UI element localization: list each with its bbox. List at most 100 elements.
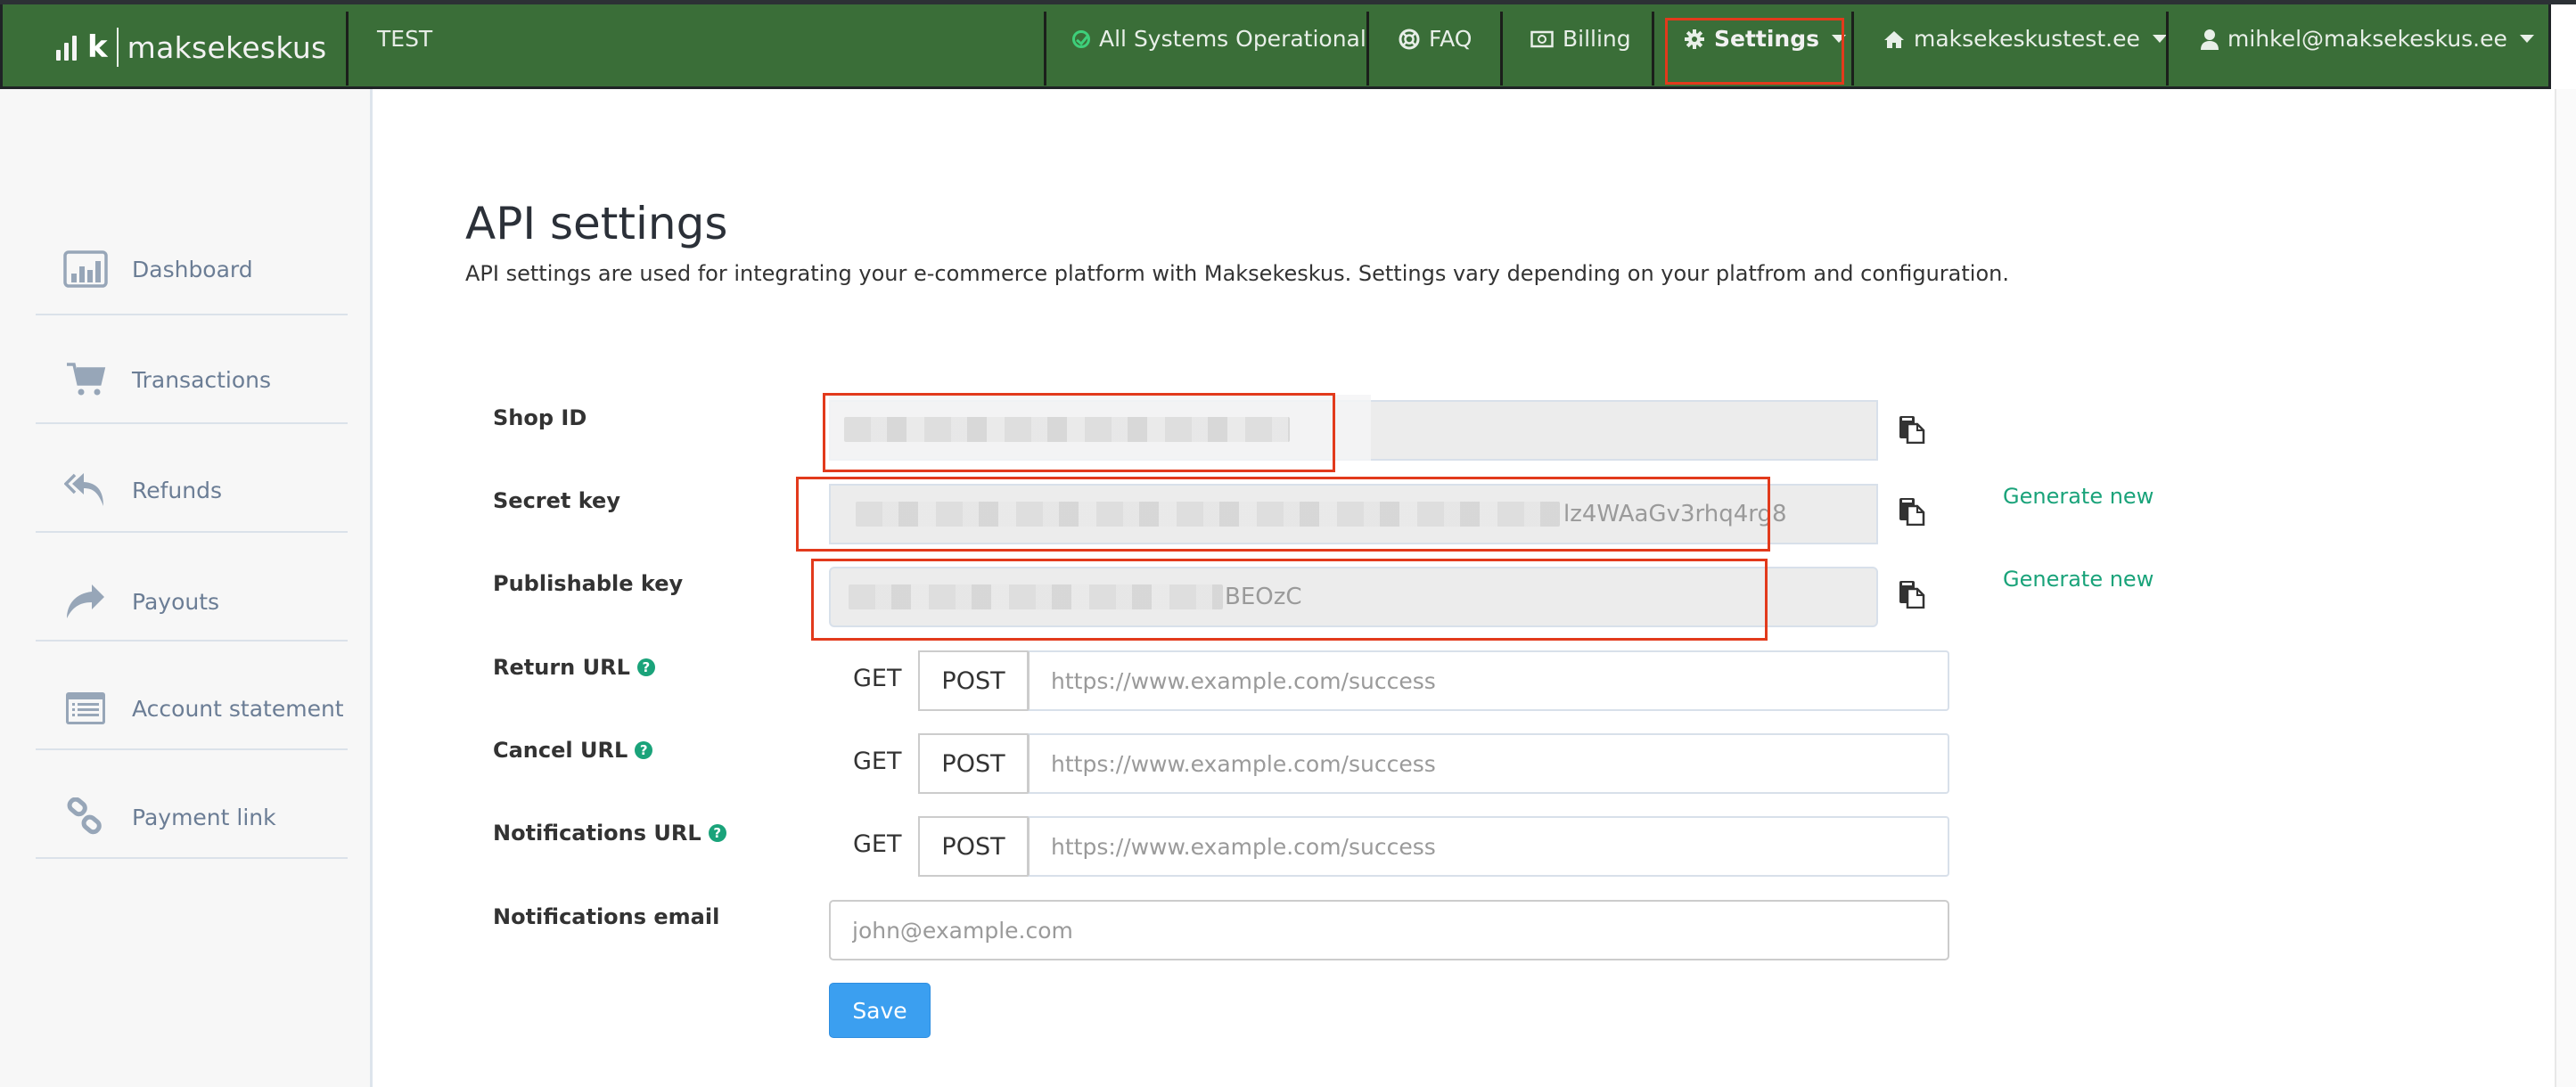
faq-link[interactable]: FAQ bbox=[1399, 26, 1472, 52]
user-dropdown[interactable]: mihkel@maksekeskus.ee bbox=[2201, 26, 2534, 52]
scrollbar[interactable] bbox=[2555, 89, 2576, 1087]
sidebar-item-label: Transactions bbox=[132, 366, 272, 393]
generate-publishable-key-link[interactable]: Generate new bbox=[2003, 567, 2154, 592]
get-method-option[interactable]: GET bbox=[853, 830, 901, 858]
help-icon[interactable]: ? bbox=[708, 824, 726, 842]
shop-label: maksekeskustest.ee bbox=[1914, 26, 2140, 52]
cancel-url-label: Cancel URL ? bbox=[493, 738, 653, 763]
notifications-email-label-text: Notifications email bbox=[493, 904, 720, 929]
notifications-url-label: Notifications URL ? bbox=[493, 821, 726, 846]
faq-label: FAQ bbox=[1429, 26, 1473, 52]
user-icon bbox=[2201, 29, 2219, 50]
sidebar-separator bbox=[36, 857, 348, 859]
notifications-url-label-text: Notifications URL bbox=[493, 821, 701, 846]
sidebar-item-refunds[interactable]: Refunds bbox=[62, 463, 222, 517]
logo-k-glyph: k bbox=[87, 29, 108, 65]
sidebar-item-payment-link[interactable]: Payment link bbox=[62, 790, 276, 844]
caret-down-icon bbox=[2519, 35, 2534, 43]
top-navbar: k maksekeskus TEST All Systems Operation… bbox=[0, 4, 2551, 89]
copy-icon[interactable] bbox=[1899, 580, 1925, 609]
publishable-key-field[interactable]: BEOzC bbox=[829, 567, 1878, 627]
sidebar-separator bbox=[36, 422, 348, 424]
shop-dropdown[interactable]: maksekeskustest.ee bbox=[1883, 26, 2167, 52]
notifications-url-input[interactable] bbox=[1028, 816, 1949, 877]
sidebar-item-label: Refunds bbox=[132, 477, 223, 503]
sidebar-item-account-statement[interactable]: Account statement bbox=[62, 682, 344, 735]
post-method-option[interactable]: POST bbox=[918, 733, 1029, 794]
get-method-option[interactable]: GET bbox=[853, 748, 901, 775]
list-icon bbox=[62, 689, 109, 728]
sidebar-item-dashboard[interactable]: Dashboard bbox=[62, 242, 253, 296]
save-button[interactable]: Save bbox=[829, 983, 931, 1038]
system-status-label: All Systems Operational bbox=[1099, 26, 1366, 52]
billing-label: Billing bbox=[1563, 26, 1631, 52]
sidebar-item-label: Payouts bbox=[132, 588, 220, 615]
shop-id-label: Shop ID bbox=[493, 405, 587, 430]
page-description: API settings are used for integrating yo… bbox=[465, 261, 2009, 286]
generate-secret-key-link[interactable]: Generate new bbox=[2003, 484, 2154, 509]
life-ring-icon bbox=[1399, 29, 1420, 49]
cart-icon bbox=[62, 360, 109, 399]
header-divider bbox=[1500, 12, 1503, 86]
logo-mark-icon bbox=[56, 34, 77, 61]
header-divider bbox=[2166, 12, 2169, 86]
system-status-link[interactable]: All Systems Operational bbox=[1072, 26, 1366, 52]
page-title: API settings bbox=[465, 198, 728, 249]
help-icon[interactable]: ? bbox=[635, 741, 653, 759]
post-method-option[interactable]: POST bbox=[918, 650, 1029, 711]
help-icon[interactable]: ? bbox=[636, 658, 655, 676]
share-icon bbox=[62, 582, 109, 621]
return-url-label-text: Return URL bbox=[493, 655, 630, 680]
caret-down-icon bbox=[2152, 35, 2167, 43]
environment-label: TEST bbox=[377, 26, 433, 52]
header-divider bbox=[1044, 12, 1046, 86]
billing-link[interactable]: Billing bbox=[1530, 26, 1631, 52]
header-divider bbox=[1366, 12, 1369, 86]
settings-highlight-box bbox=[1665, 18, 1844, 85]
secret-key-visible-suffix: lz4WAaGv3rhq4rg8 bbox=[1563, 501, 1787, 527]
bar-chart-icon bbox=[62, 249, 109, 289]
header-divider bbox=[1652, 12, 1654, 86]
redaction-blur bbox=[844, 417, 1290, 442]
sidebar-item-label: Dashboard bbox=[132, 256, 253, 282]
logo-separator bbox=[116, 28, 119, 67]
secret-key-label: Secret key bbox=[493, 488, 620, 513]
sidebar-item-transactions[interactable]: Transactions bbox=[62, 353, 271, 406]
sidebar-separator bbox=[36, 640, 348, 642]
header-divider bbox=[1851, 12, 1854, 86]
publishable-key-label: Publishable key bbox=[493, 571, 683, 596]
check-circle-icon bbox=[1072, 29, 1090, 48]
sidebar-item-payouts[interactable]: Payouts bbox=[62, 575, 219, 628]
return-url-label: Return URL ? bbox=[493, 655, 655, 680]
brand-logo[interactable]: k maksekeskus bbox=[56, 26, 327, 69]
sidebar-separator bbox=[36, 531, 348, 533]
home-icon bbox=[1884, 30, 1904, 48]
reply-all-icon bbox=[62, 470, 109, 510]
sidebar-item-label: Account statement bbox=[132, 695, 344, 722]
secret-key-label-text: Secret key bbox=[493, 488, 620, 513]
notifications-email-label: Notifications email bbox=[493, 904, 719, 929]
post-method-option[interactable]: POST bbox=[918, 816, 1029, 877]
publishable-key-label-text: Publishable key bbox=[493, 571, 684, 596]
sidebar-separator bbox=[36, 748, 348, 750]
link-icon bbox=[62, 797, 109, 837]
money-icon bbox=[1530, 30, 1554, 47]
shop-id-label-text: Shop ID bbox=[493, 405, 587, 430]
redaction-blur bbox=[849, 584, 1223, 609]
user-label: mihkel@maksekeskus.ee bbox=[2227, 26, 2507, 52]
sidebar-separator bbox=[36, 314, 348, 315]
header-divider bbox=[346, 12, 349, 86]
notifications-email-input[interactable] bbox=[829, 900, 1949, 960]
publishable-key-visible-suffix: BEOzC bbox=[1225, 584, 1302, 610]
return-url-input[interactable] bbox=[1028, 650, 1949, 711]
sidebar: Dashboard Transactions Refunds Payouts A… bbox=[0, 89, 373, 1087]
sidebar-item-label: Payment link bbox=[132, 804, 276, 830]
brand-name: maksekeskus bbox=[127, 29, 327, 65]
get-method-option[interactable]: GET bbox=[853, 665, 901, 692]
copy-icon[interactable] bbox=[1899, 497, 1925, 526]
copy-icon[interactable] bbox=[1899, 415, 1925, 444]
secret-key-field[interactable]: lz4WAaGv3rhq4rg8 bbox=[829, 484, 1878, 544]
cancel-url-label-text: Cancel URL bbox=[493, 738, 628, 763]
cancel-url-input[interactable] bbox=[1028, 733, 1949, 794]
redaction-blur bbox=[856, 502, 1560, 527]
